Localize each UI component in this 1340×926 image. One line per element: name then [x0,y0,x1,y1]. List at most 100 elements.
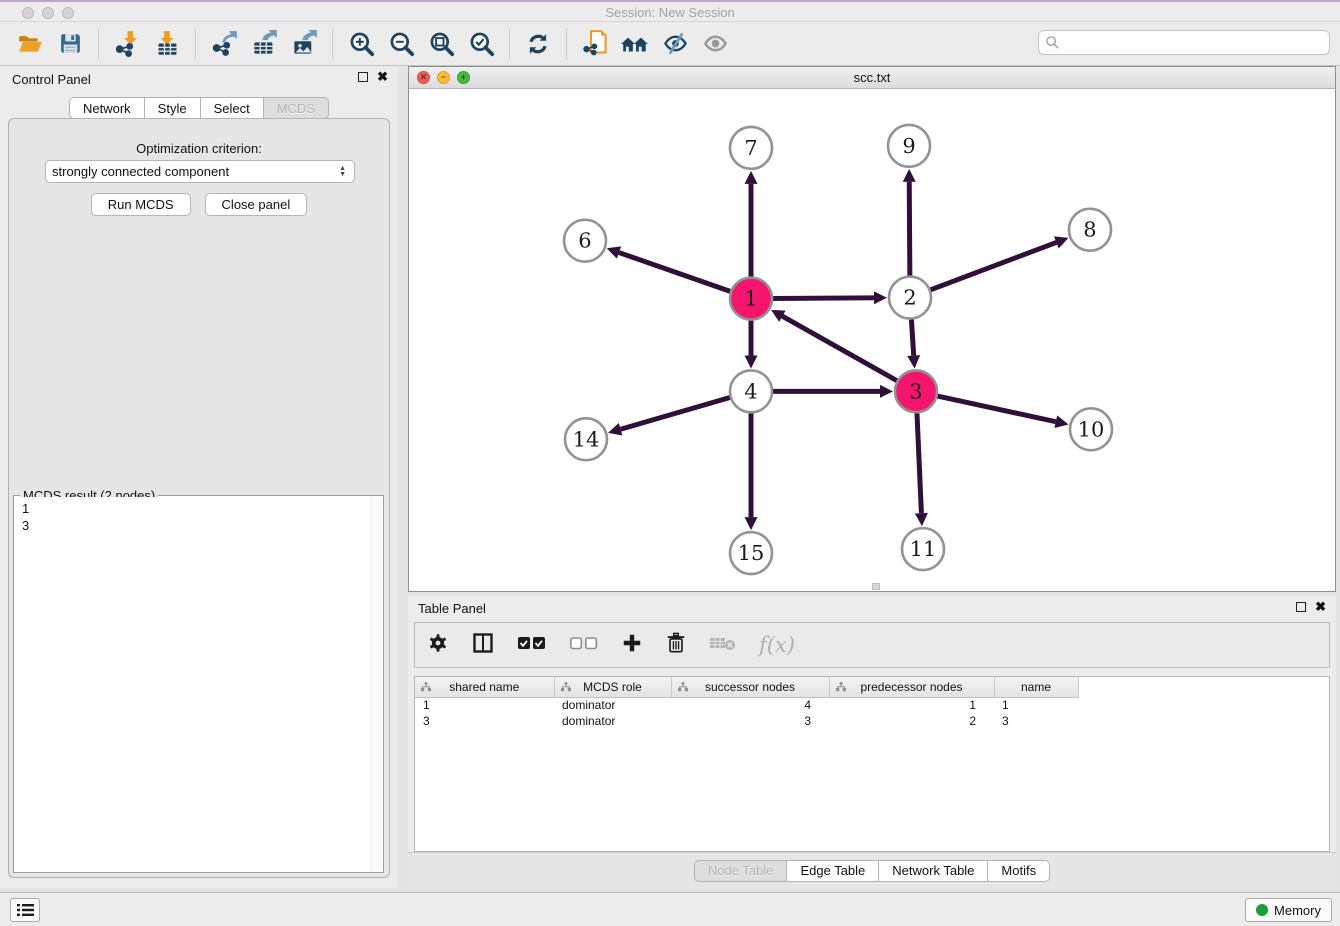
toolbar-separator [195,28,196,60]
home-button[interactable] [618,27,652,61]
select-all-columns-button[interactable] [517,634,547,657]
task-history-button[interactable] [10,898,40,922]
open-session-button[interactable] [13,27,47,61]
split-panel-button[interactable] [471,631,495,660]
graph-node-label-3: 3 [909,379,922,403]
tab-mcds[interactable]: MCDS [264,97,329,119]
float-table-panel-icon[interactable] [1296,602,1306,612]
import-table-button[interactable] [150,27,184,61]
table-toolbar: f(x) [414,622,1330,668]
tab-style[interactable]: Style [145,97,201,119]
close-panel-icon[interactable]: ✖ [377,71,388,83]
column-header-name[interactable]: name [994,677,1078,697]
graph-edge-1-6[interactable] [619,253,730,292]
close-table-panel-icon[interactable]: ✖ [1315,601,1326,613]
import-table-icon [154,30,181,57]
mcds-result-item[interactable]: 3 [22,517,370,534]
zoom-fit-button[interactable] [424,27,458,61]
table-tab-network-table[interactable]: Network Table [879,860,988,882]
network-window-titlebar: ✕ − + scc.txt [409,67,1335,89]
result-scrollbar[interactable] [370,497,382,871]
graph-edge-4-14[interactable] [621,398,730,430]
table-cell[interactable]: dominator [554,697,671,713]
mcds-result-list[interactable]: 13 [15,497,370,871]
tab-network[interactable]: Network [69,97,145,119]
table-cell[interactable]: dominator [554,713,671,729]
graph-edge-2-9[interactable] [909,182,910,276]
graph-edge-arrowhead [745,517,758,530]
table-tab-edge-table[interactable]: Edge Table [787,860,879,882]
export-image-button[interactable] [287,27,321,61]
refresh-button[interactable] [521,27,555,61]
graph-edge-arrowhead [880,385,893,398]
optimization-select[interactable]: strongly connected component ▲▼ [45,160,355,183]
save-session-button[interactable] [53,27,87,61]
table-cell[interactable]: 3 [994,713,1078,729]
export-image-icon [291,30,318,57]
run-mcds-button[interactable]: Run MCDS [91,193,191,216]
import-network-button[interactable] [110,27,144,61]
unselect-all-columns-button[interactable] [569,634,599,657]
graph-node-label-8: 8 [1083,218,1096,242]
zoom-in-button[interactable] [344,27,378,61]
zoom-out-button[interactable] [384,27,418,61]
network-canvas[interactable]: 7968124314101511 [409,90,1335,591]
delete-column-button[interactable] [665,632,687,659]
tab-select[interactable]: Select [201,97,264,119]
table-tab-motifs[interactable]: Motifs [988,860,1050,882]
create-column-button[interactable] [621,632,643,659]
zoom-selected-button[interactable] [464,27,498,61]
show-graphics-button[interactable] [698,27,732,61]
graph-edge-3-1[interactable] [782,316,896,380]
table-cell[interactable]: 3 [671,713,829,729]
document-share-button[interactable] [578,27,612,61]
table-panel-title: Table Panel [418,601,486,616]
main-toolbar [0,22,1340,66]
table-tabs: Node TableEdge TableNetwork TableMotifs [694,860,1050,882]
memory-label: Memory [1274,903,1321,918]
graph-edge-2-8[interactable] [931,242,1057,289]
graph-edge-3-11[interactable] [917,413,921,513]
export-network-icon [211,30,238,57]
column-header-label: MCDS role [583,680,642,694]
graph-edge-1-2[interactable] [773,298,874,299]
column-header-shared-name[interactable]: shared name [415,677,554,697]
table-settings-button[interactable] [427,632,449,659]
column-header-MCDS-role[interactable]: MCDS role [554,677,671,697]
table-row[interactable]: 1dominator411 [415,697,1078,713]
mcds-panel: Optimization criterion: strongly connect… [8,118,390,878]
refresh-icon [525,31,551,57]
table-tab-node-table[interactable]: Node Table [694,860,788,882]
export-table-button[interactable] [247,27,281,61]
gear-icon [427,632,449,654]
graph-edge-arrowhead [745,355,758,368]
control-panel: Control Panel ✖ NetworkStyleSelectMCDS O… [0,66,398,888]
zoom-out-icon [388,30,415,57]
graph-node-label-14: 14 [573,427,600,451]
network-window-title: scc.txt [409,70,1335,85]
function-builder-button[interactable]: f(x) [759,633,795,657]
table-row[interactable]: 3dominator323 [415,713,1078,729]
column-header-successor-nodes[interactable]: successor nodes [671,677,829,697]
search-input[interactable] [1060,33,1329,53]
table-cell[interactable]: 4 [671,697,829,713]
graph-edge-2-3[interactable] [911,319,913,355]
table-cell[interactable]: 2 [829,713,994,729]
canvas-scroll-hint[interactable] [872,583,880,590]
table-cell[interactable]: 1 [829,697,994,713]
import-network-icon [114,30,141,57]
float-panel-icon[interactable] [358,72,368,82]
table-cell[interactable]: 3 [415,713,554,729]
graph-edge-3-10[interactable] [937,396,1055,422]
memory-button[interactable]: Memory [1245,898,1332,922]
close-panel-button[interactable]: Close panel [205,193,308,216]
graph-node-label-11: 11 [910,537,937,561]
delete-table-button[interactable] [709,634,737,657]
app-title: Session: New Session [0,5,1340,20]
table-cell[interactable]: 1 [994,697,1078,713]
export-network-button[interactable] [207,27,241,61]
column-header-predecessor-nodes[interactable]: predecessor nodes [829,677,994,697]
mcds-result-item[interactable]: 1 [22,500,370,517]
hide-graphics-button[interactable] [658,27,692,61]
table-cell[interactable]: 1 [415,697,554,713]
